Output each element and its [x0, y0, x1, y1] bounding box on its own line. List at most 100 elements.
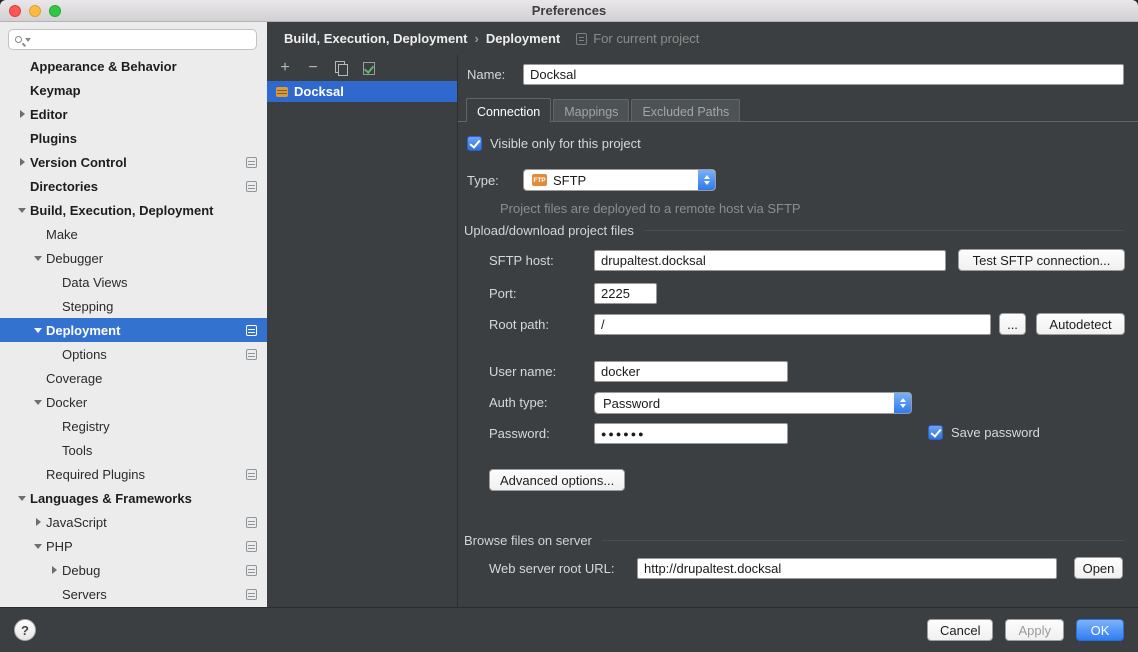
sidebar-item-plugins[interactable]: Plugins — [0, 126, 267, 150]
sidebar-item-deployment[interactable]: Deployment — [0, 318, 267, 342]
project-setting-icon — [246, 325, 257, 336]
root-path-field[interactable] — [594, 314, 991, 335]
chevron-expanded-icon[interactable] — [30, 400, 46, 405]
cancel-button[interactable]: Cancel — [927, 619, 993, 641]
autodetect-button[interactable]: Autodetect — [1036, 313, 1125, 335]
sidebar-item-data-views[interactable]: Data Views — [0, 270, 267, 294]
tab-excluded-paths[interactable]: Excluded Paths — [631, 99, 740, 121]
sidebar-item-label: Plugins — [30, 131, 77, 146]
browse-section-title: Browse files on server — [464, 533, 592, 548]
use-as-default-button[interactable] — [362, 61, 376, 75]
advanced-options-button[interactable]: Advanced options... — [489, 469, 625, 491]
sidebar-item-label: Version Control — [30, 155, 127, 170]
name-label: Name: — [467, 67, 505, 82]
sidebar-item-label: Build, Execution, Deployment — [30, 203, 213, 218]
sidebar-item-registry[interactable]: Registry — [0, 414, 267, 438]
copy-server-button[interactable] — [334, 61, 348, 75]
search-options-caret-icon[interactable] — [25, 38, 31, 42]
server-list-item[interactable]: Docksal — [267, 81, 457, 102]
browse-section-header: Browse files on server — [464, 533, 1124, 548]
settings-search-box[interactable] — [8, 29, 257, 50]
sidebar-item-debugger[interactable]: Debugger — [0, 246, 267, 270]
chevron-expanded-icon[interactable] — [14, 208, 30, 213]
sidebar-item-label: Debug — [62, 563, 100, 578]
remove-server-button[interactable] — [306, 61, 320, 75]
port-field[interactable] — [594, 283, 657, 304]
help-button[interactable]: ? — [14, 619, 36, 641]
sidebar-item-label: Make — [46, 227, 78, 242]
sidebar-item-docker[interactable]: Docker — [0, 390, 267, 414]
sidebar-item-label: Editor — [30, 107, 68, 122]
server-icon — [276, 87, 288, 97]
save-password-checkbox-row[interactable]: Save password — [928, 425, 1040, 440]
checkbox-checked-icon[interactable] — [928, 425, 943, 440]
sidebar-item-languages-frameworks[interactable]: Languages & Frameworks — [0, 486, 267, 510]
chevron-expanded-icon[interactable] — [30, 256, 46, 261]
chevron-collapsed-icon[interactable] — [46, 566, 62, 574]
tab-connection[interactable]: Connection — [466, 98, 551, 122]
sidebar-item-coverage[interactable]: Coverage — [0, 366, 267, 390]
chevron-expanded-icon[interactable] — [30, 328, 46, 333]
project-setting-icon — [246, 541, 257, 552]
ok-button[interactable]: OK — [1076, 619, 1124, 641]
type-select[interactable]: FTP SFTP — [523, 169, 716, 191]
sidebar-item-version-control[interactable]: Version Control — [0, 150, 267, 174]
browse-root-path-button[interactable]: ... — [999, 313, 1026, 335]
tab-mappings[interactable]: Mappings — [553, 99, 629, 121]
sidebar-item-tools[interactable]: Tools — [0, 438, 267, 462]
project-setting-icon — [246, 181, 257, 192]
user-name-label: User name: — [489, 364, 556, 379]
sftp-host-field[interactable] — [594, 250, 946, 271]
sidebar-item-label: Tools — [62, 443, 92, 458]
sidebar-item-label: Directories — [30, 179, 98, 194]
checkbox-checked-icon[interactable] — [467, 136, 482, 151]
sidebar-item-editor[interactable]: Editor — [0, 102, 267, 126]
upload-section-title: Upload/download project files — [464, 223, 634, 238]
sidebar-item-php[interactable]: PHP — [0, 534, 267, 558]
window-title: Preferences — [0, 3, 1138, 18]
name-field[interactable] — [523, 64, 1124, 85]
password-label: Password: — [489, 426, 550, 441]
visible-only-checkbox-row[interactable]: Visible only for this project — [467, 136, 641, 151]
open-button[interactable]: Open — [1074, 557, 1123, 579]
apply-button[interactable]: Apply — [1005, 619, 1064, 641]
sidebar-item-required-plugins[interactable]: Required Plugins — [0, 462, 267, 486]
sidebar-item-label: Deployment — [46, 323, 120, 338]
breadcrumb-parent[interactable]: Build, Execution, Deployment — [284, 31, 467, 46]
chevron-expanded-icon[interactable] — [30, 544, 46, 549]
type-value: SFTP — [553, 173, 586, 188]
test-sftp-connection-button[interactable]: Test SFTP connection... — [958, 249, 1125, 271]
auth-type-select[interactable]: Password — [594, 392, 912, 414]
sidebar-item-servers[interactable]: Servers — [0, 582, 267, 606]
sftp-icon: FTP — [532, 174, 547, 186]
project-scope-icon — [576, 33, 587, 45]
chevron-expanded-icon[interactable] — [14, 496, 30, 501]
sidebar-item-appearance-behavior[interactable]: Appearance & Behavior — [0, 54, 267, 78]
sidebar-item-javascript[interactable]: JavaScript — [0, 510, 267, 534]
root-path-label: Root path: — [489, 317, 549, 332]
sidebar-item-keymap[interactable]: Keymap — [0, 78, 267, 102]
footer-buttons: Cancel Apply OK — [927, 619, 1124, 641]
user-name-field[interactable] — [594, 361, 788, 382]
add-server-button[interactable] — [278, 61, 292, 75]
sidebar-item-build-execution-deployment[interactable]: Build, Execution, Deployment — [0, 198, 267, 222]
chevron-collapsed-icon[interactable] — [14, 158, 30, 166]
sidebar-item-make[interactable]: Make — [0, 222, 267, 246]
sidebar-item-directories[interactable]: Directories — [0, 174, 267, 198]
sidebar-item-label: Required Plugins — [46, 467, 145, 482]
auth-type-label: Auth type: — [489, 395, 548, 410]
sidebar-item-debug[interactable]: Debug — [0, 558, 267, 582]
servers-panel: Docksal — [267, 55, 458, 607]
sidebar-item-stepping[interactable]: Stepping — [0, 294, 267, 318]
upload-section-header: Upload/download project files — [464, 223, 1124, 238]
context-scope-label: For current project — [593, 31, 699, 46]
web-root-field[interactable] — [637, 558, 1057, 579]
sidebar-item-label: Coverage — [46, 371, 102, 386]
chevron-collapsed-icon[interactable] — [14, 110, 30, 118]
deployment-form: Name: Connection Mappings Excluded Paths… — [458, 55, 1138, 607]
combo-stepper-icon — [698, 170, 715, 190]
password-field[interactable] — [594, 423, 788, 444]
chevron-collapsed-icon[interactable] — [30, 518, 46, 526]
search-input[interactable] — [34, 33, 250, 47]
sidebar-item-options[interactable]: Options — [0, 342, 267, 366]
